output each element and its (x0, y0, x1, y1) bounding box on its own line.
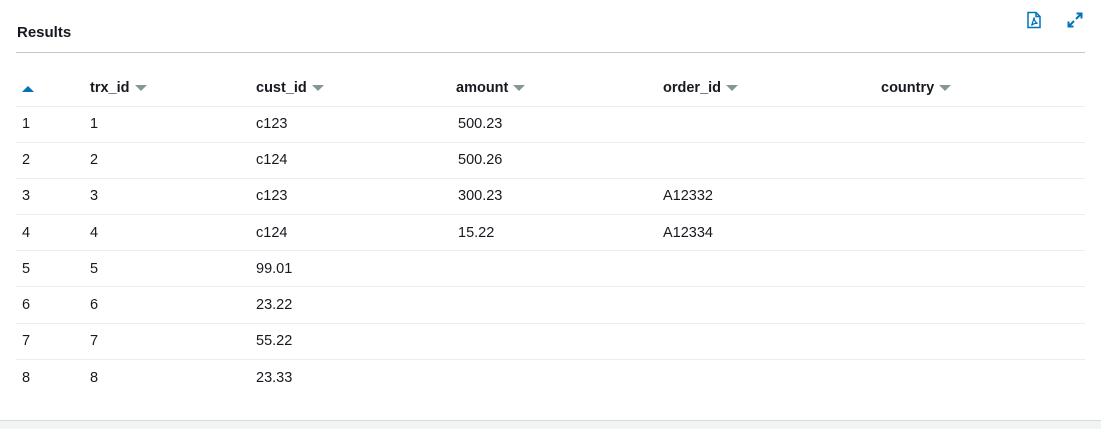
pdf-icon[interactable] (1024, 10, 1044, 30)
cell-trx-id: 7 (86, 323, 256, 360)
cell-order-id: A12332 (661, 178, 881, 216)
table-row: 1 1 c123 500.23 (16, 106, 1085, 143)
cell-trx-id: 4 (86, 214, 256, 252)
cell-trx-id: 6 (86, 286, 256, 324)
column-header-cust-id[interactable]: cust_id (256, 70, 456, 107)
cell-order-id (661, 323, 881, 360)
cell-amount (456, 250, 661, 288)
cell-amount (456, 286, 661, 324)
cell-order-id (661, 106, 881, 143)
sort-ascending-icon (22, 85, 34, 92)
cell-cust-id: 23.33 (256, 369, 293, 386)
cell-trx-id: 3 (86, 178, 256, 216)
cell-cust-id: 99.01 (256, 250, 456, 288)
cell-amount (456, 359, 661, 395)
caret-down-icon (513, 84, 526, 91)
results-table: trx_id cust_id amount order_id country 1 (16, 70, 1085, 396)
cell-amount (456, 323, 661, 360)
cell-country (881, 323, 1085, 360)
cell-country (881, 178, 1085, 216)
cell-cust-id: 23.22 (256, 286, 456, 324)
title-divider (16, 52, 1085, 53)
cell-cust-id: 55.22 (256, 323, 456, 360)
column-label: trx_id (90, 79, 130, 96)
cell-cust-id: c123 (256, 178, 456, 216)
cell-order-id (661, 250, 881, 288)
cell-trx-id: 8 (90, 369, 99, 386)
table-header-row: trx_id cust_id amount order_id country (16, 70, 1085, 107)
results-panel: Results trx_id cust_id amount order_id c… (0, 0, 1101, 420)
cell-amount: 300.23 (456, 178, 661, 216)
cell-order-id (661, 286, 881, 324)
caret-down-icon (726, 84, 739, 91)
cell-trx-id: 2 (86, 142, 256, 179)
table-row: 8 8 23.33 (16, 359, 1085, 395)
table-row: 6 6 23.22 (16, 286, 1085, 324)
cell-country (881, 359, 1085, 395)
cell-order-id: A12334 (661, 214, 881, 252)
caret-down-icon (939, 84, 952, 91)
cell-country (881, 214, 1085, 252)
cell-amount: 500.23 (456, 106, 661, 143)
cell-country (881, 106, 1085, 143)
cell-amount: 500.26 (456, 142, 661, 179)
column-header-order-id[interactable]: order_id (661, 70, 881, 107)
panel-footer (0, 420, 1101, 429)
column-label: amount (456, 79, 509, 96)
row-index: 5 (16, 250, 86, 288)
row-index: 7 (16, 323, 86, 360)
row-index: 3 (16, 178, 86, 216)
row-index: 1 (16, 106, 86, 143)
cell-order-id (661, 142, 881, 179)
cell-country (881, 286, 1085, 324)
cell-country (881, 142, 1085, 179)
table-row: 7 7 55.22 (16, 323, 1085, 360)
table-row: 2 2 c124 500.26 (16, 142, 1085, 179)
caret-down-icon (134, 84, 147, 91)
cell-country (881, 250, 1085, 288)
cell-amount: 15.22 (456, 214, 661, 252)
column-header-country[interactable]: country (881, 70, 1085, 107)
column-header-trx-id[interactable]: trx_id (86, 70, 256, 107)
row-index: 4 (16, 214, 86, 252)
column-label: country (881, 79, 935, 96)
column-label: cust_id (256, 79, 307, 96)
table-row: 4 4 c124 15.22 A12334 (16, 214, 1085, 252)
cell-cust-id: c123 (256, 106, 456, 143)
column-header-amount[interactable]: amount (456, 70, 661, 107)
cell-order-id (661, 359, 881, 395)
sort-header[interactable] (16, 70, 86, 107)
cell-trx-id: 1 (86, 106, 256, 143)
expand-icon[interactable] (1065, 10, 1085, 30)
row-index: 8 (22, 369, 31, 386)
cell-cust-id: c124 (256, 214, 456, 252)
row-index: 2 (16, 142, 86, 179)
cell-cust-id: c124 (256, 142, 456, 179)
column-label: order_id (663, 79, 722, 96)
caret-down-icon (311, 84, 324, 91)
table-row: 5 5 99.01 (16, 250, 1085, 288)
cell-trx-id: 5 (86, 250, 256, 288)
table-row: 3 3 c123 300.23 A12332 (16, 178, 1085, 216)
row-index: 6 (16, 286, 86, 324)
panel-title: Results (17, 24, 72, 41)
